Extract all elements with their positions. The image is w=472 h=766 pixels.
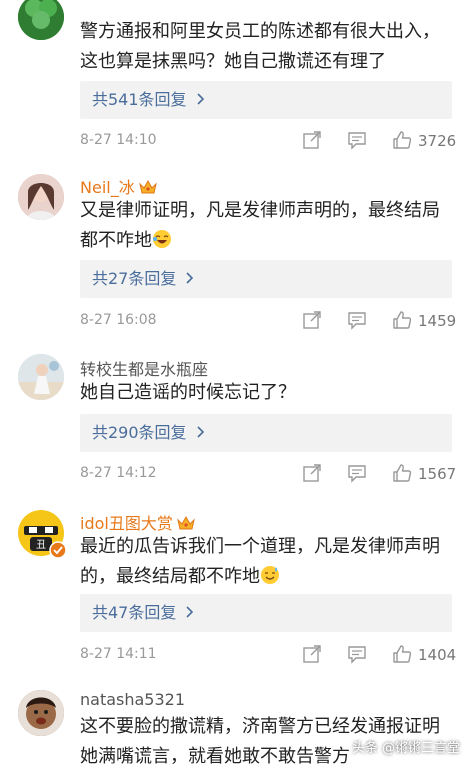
comment-icon[interactable] [347,463,367,483]
comment-icon[interactable] [347,644,367,664]
source-watermark: 头条 @锵锵三言堂 [351,741,460,756]
like-count: 1567 [418,465,457,483]
replies-label: 共27条回复 [92,269,177,288]
like-icon[interactable] [392,463,412,483]
svg-text:丑: 丑 [36,540,46,551]
crown-badge-icon [138,179,157,194]
view-replies-button[interactable]: 共541条回复 [80,81,452,119]
like-icon[interactable] [392,310,412,330]
sweat-smile-emoji-icon [261,566,279,584]
comment-text: 又是律师证明，凡是发律师声明的，最终结局都不咋地 [80,196,452,256]
username[interactable]: 转校生都是水瓶座 [80,356,208,380]
avatar[interactable] [18,354,64,400]
username-label: Neil_冰 [80,178,135,197]
comment-text: 她自己造谣的时候忘记了？ [80,382,296,403]
view-replies-button[interactable]: 共290条回复 [80,414,452,452]
avatar[interactable] [18,174,64,220]
username[interactable]: natasha5321 [80,690,185,709]
clover-avatar-icon [18,0,64,40]
timestamp: 8-27 14:10 [80,132,157,148]
comment-meta: 8-27 16:08 1459 [80,310,458,332]
like-count: 1459 [418,312,457,330]
user-photo-icon [18,174,64,220]
username[interactable]: idol丑图大赏 [80,510,195,534]
comment-meta: 8-27 14:11 1404 [80,644,458,666]
timestamp: 8-27 16:08 [80,312,157,328]
comment-text: 警方通报和阿里女员工的陈述都有很大出入，这也算是抹黑吗？她自己撒谎还有理了 [80,21,440,72]
like-icon[interactable] [392,130,412,150]
chevron-right-icon [196,426,204,438]
emoji-avatar-icon: 丑 [18,510,67,559]
chevron-right-icon [196,93,204,105]
replies-label: 共47条回复 [92,603,177,622]
crown-badge-icon [176,515,195,530]
chevron-right-icon [186,272,194,284]
user-photo-icon [18,354,64,400]
avatar[interactable] [18,690,64,736]
like-count: 3726 [418,132,457,150]
comment-meta: 8-27 14:10 3726 [80,130,458,152]
laughing-emoji-icon [153,230,171,248]
comment-meta: 8-27 14:12 1567 [80,463,458,485]
username-label: idol丑图大赏 [80,514,173,533]
comment-icon[interactable] [347,130,367,150]
comment-icon[interactable] [347,310,367,330]
comment-text-body: 又是律师证明，凡是发律师声明的，最终结局都不咋地 [80,200,440,251]
view-replies-button[interactable]: 共47条回复 [80,594,452,632]
user-photo-icon [18,690,64,736]
timestamp: 8-27 14:11 [80,646,157,662]
view-replies-button[interactable]: 共27条回复 [80,260,452,298]
like-icon[interactable] [392,644,412,664]
replies-label: 共290条回复 [92,423,187,442]
verified-badge-icon [49,541,67,559]
avatar[interactable] [18,0,64,40]
share-icon[interactable] [302,310,322,330]
like-count: 1404 [418,646,457,664]
share-icon[interactable] [302,463,322,483]
chevron-right-icon [186,606,194,618]
share-icon[interactable] [302,130,322,150]
share-icon[interactable] [302,644,322,664]
timestamp: 8-27 14:12 [80,465,157,481]
username[interactable]: Neil_冰 [80,174,157,198]
avatar[interactable]: 丑 [18,510,67,559]
replies-label: 共541条回复 [92,90,187,109]
comment-text: 最近的瓜告诉我们一个道理，凡是发律师声明的，最终结局都不咋地 [80,532,452,592]
